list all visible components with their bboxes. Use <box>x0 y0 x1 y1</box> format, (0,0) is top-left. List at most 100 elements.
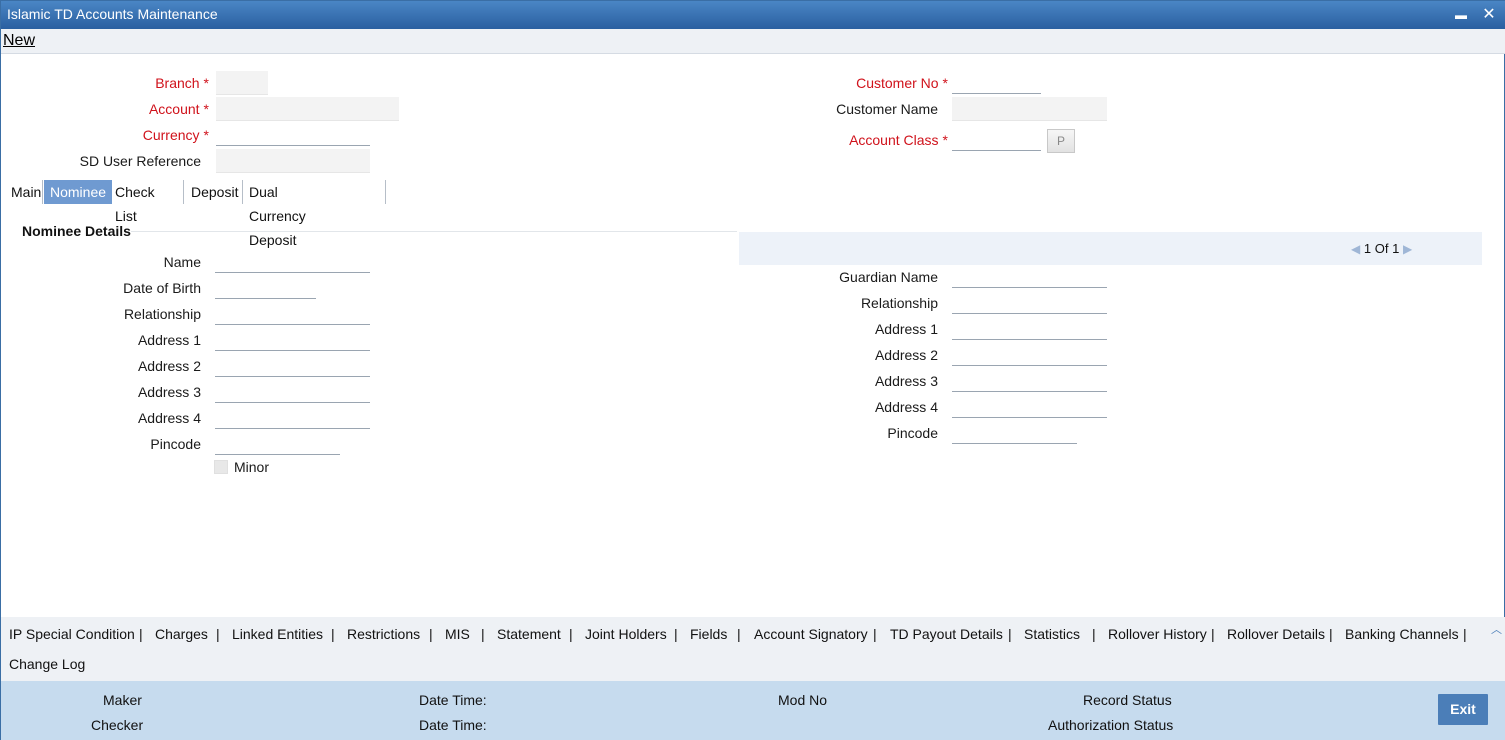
subscreen-separator: | <box>331 626 335 642</box>
guardian-relationship-label: Relationship <box>860 295 938 311</box>
subscreen-statistics[interactable]: Statistics <box>1024 626 1080 642</box>
date-of-birth-field[interactable] <box>215 275 316 299</box>
subscreen-separator: | <box>737 626 741 642</box>
guardian-address4-field[interactable] <box>952 394 1107 418</box>
customer-no-label: Customer No * <box>856 75 948 91</box>
scroll-up-icon[interactable]: ︿ <box>1491 621 1502 637</box>
subscreen-separator: | <box>481 626 485 642</box>
minor-checkbox[interactable] <box>214 460 228 474</box>
record-status-label: Record Status <box>1083 692 1172 708</box>
subscreen-change-log[interactable]: Change Log <box>9 656 85 672</box>
customer-no-field[interactable] <box>952 70 1041 94</box>
nominee-name-label: Name <box>163 254 201 270</box>
audit-footer <box>1 681 1505 740</box>
subscreen-td-payout-details[interactable]: TD Payout Details <box>890 626 1003 642</box>
subscreen-separator: | <box>569 626 573 642</box>
subscreen-separator: | <box>216 626 220 642</box>
close-icon[interactable]: ✕ <box>1479 4 1499 26</box>
guardian-address1-label: Address 1 <box>874 321 938 337</box>
subscreen-fields[interactable]: Fields <box>690 626 727 642</box>
nominee-address4-field[interactable] <box>215 405 370 429</box>
nominee-address3-field[interactable] <box>215 379 370 403</box>
nominee-address1-field[interactable] <box>215 327 370 351</box>
account-field[interactable] <box>216 97 399 121</box>
tab-divider <box>183 180 184 204</box>
subscreen-mis[interactable]: MIS <box>445 626 470 642</box>
subscreen-separator: | <box>1463 626 1467 642</box>
sd-user-reference-field[interactable] <box>216 149 370 173</box>
td-accounts-window: Islamic TD Accounts Maintenance ▬ ✕ New … <box>0 0 1505 740</box>
tab-dual-currency-deposit[interactable]: Dual Currency Deposit <box>243 180 312 248</box>
guardian-address1-field[interactable] <box>952 316 1107 340</box>
subscreen-restrictions[interactable]: Restrictions <box>347 626 420 642</box>
next-record-icon[interactable]: ▶ <box>1403 242 1412 256</box>
tab-divider <box>385 180 386 204</box>
account-class-field[interactable] <box>952 127 1041 151</box>
branch-label: Branch * <box>155 75 209 91</box>
account-label: Account * <box>148 101 209 117</box>
account-class-lookup-button[interactable]: P <box>1047 129 1075 153</box>
customer-name-field[interactable] <box>952 97 1107 121</box>
nominee-pincode-label: Pincode <box>150 436 201 452</box>
exit-button[interactable]: Exit <box>1438 694 1488 725</box>
tab-main[interactable]: Main <box>5 180 47 204</box>
currency-field[interactable] <box>216 122 370 146</box>
subscreen-separator: | <box>429 626 433 642</box>
guardian-address3-field[interactable] <box>952 368 1107 392</box>
subscreen-banking-channels[interactable]: Banking Channels <box>1345 626 1459 642</box>
subscreen-rollover-history[interactable]: Rollover History <box>1108 626 1207 642</box>
guardian-pincode-label: Pincode <box>887 425 938 441</box>
pager-current: 1 <box>1363 241 1372 256</box>
sd-user-reference-label: SD User Reference <box>79 153 201 169</box>
currency-label: Currency * <box>142 127 209 143</box>
nominee-relationship-field[interactable] <box>215 301 370 325</box>
subscreen-separator: | <box>1211 626 1215 642</box>
guardian-pincode-field[interactable] <box>952 420 1077 444</box>
checker-label: Checker <box>91 717 144 733</box>
subscreen-separator: | <box>873 626 877 642</box>
tab-nominee[interactable]: Nominee <box>44 180 113 204</box>
guardian-name-label: Guardian Name <box>839 269 938 285</box>
subscreen-ip-special-condition[interactable]: IP Special Condition <box>9 626 135 642</box>
nominee-details-heading: Nominee Details <box>22 223 131 239</box>
nominee-address4-label: Address 4 <box>137 410 201 426</box>
record-pager: ◀ 1 Of 1 ▶ <box>1351 241 1412 256</box>
nominee-name-field[interactable] <box>215 249 370 273</box>
minor-label: Minor <box>234 459 270 475</box>
guardian-name-field[interactable] <box>952 264 1107 288</box>
section-divider <box>131 231 737 232</box>
minimize-icon[interactable]: ▬ <box>1451 4 1471 26</box>
tab-divider <box>42 180 43 204</box>
previous-record-icon[interactable]: ◀ <box>1351 242 1360 256</box>
subscreen-statement[interactable]: Statement <box>497 626 561 642</box>
tab-check-list[interactable]: Check List <box>109 180 161 224</box>
new-link[interactable]: New <box>3 32 35 50</box>
subscreen-charges[interactable]: Charges <box>155 626 208 642</box>
nominee-address3-label: Address 3 <box>137 384 201 400</box>
window-title: Islamic TD Accounts Maintenance <box>7 6 218 22</box>
nominee-relationship-label: Relationship <box>123 306 201 322</box>
guardian-address2-field[interactable] <box>952 342 1107 366</box>
nominee-pincode-field[interactable] <box>215 431 340 455</box>
guardian-address4-label: Address 4 <box>874 399 938 415</box>
branch-field[interactable] <box>216 71 268 95</box>
subscreen-separator: | <box>1329 626 1333 642</box>
subscreen-account-signatory[interactable]: Account Signatory <box>754 626 868 642</box>
guardian-address3-label: Address 3 <box>874 373 938 389</box>
tab-deposit[interactable]: Deposit <box>185 180 244 204</box>
guardian-address2-label: Address 2 <box>874 347 938 363</box>
pager-of: Of <box>1374 241 1389 256</box>
checker-date-time-label: Date Time: <box>419 717 487 733</box>
maker-label: Maker <box>103 692 142 708</box>
account-class-label: Account Class * <box>849 132 948 148</box>
subscreen-rollover-details[interactable]: Rollover Details <box>1227 626 1325 642</box>
subscreen-separator: | <box>674 626 678 642</box>
subscreen-joint-holders[interactable]: Joint Holders <box>585 626 667 642</box>
guardian-relationship-field[interactable] <box>952 290 1107 314</box>
subscreen-linked-entities[interactable]: Linked Entities <box>232 626 323 642</box>
customer-name-label: Customer Name <box>836 101 938 117</box>
date-of-birth-label: Date of Birth <box>123 280 201 296</box>
nominee-address2-field[interactable] <box>215 353 370 377</box>
menu-bar: New <box>1 29 1505 54</box>
authorization-status-label: Authorization Status <box>1048 717 1174 733</box>
